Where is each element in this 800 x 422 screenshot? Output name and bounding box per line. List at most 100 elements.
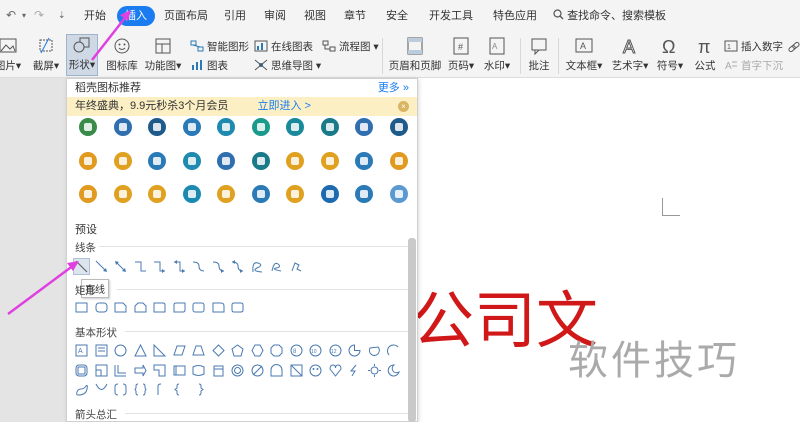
search-command[interactable]: 查找命令、搜索模板 [553,6,666,26]
drop-cap-button[interactable]: A 首字下沉 [724,58,783,73]
shape-button[interactable]: 形状▾ [66,34,98,76]
basic-shape[interactable] [192,344,205,357]
page-number-button[interactable]: # 页码▾ [446,36,476,73]
basic-shape[interactable] [153,344,166,357]
basic-shape[interactable]: 10 [309,344,322,357]
basic-shape[interactable] [367,363,381,377]
customize-quickbar-icon[interactable]: ⇣ [58,10,66,21]
straight-line-shape[interactable] [75,260,88,273]
basic-shape[interactable] [173,383,186,396]
close-icon[interactable]: × [398,101,409,112]
more-link[interactable]: 更多 » [378,79,409,97]
flowchart-button[interactable]: 流程图 ▾ [322,39,379,54]
recommended-icon[interactable] [286,152,304,170]
tab-home[interactable]: 开始 [80,6,110,26]
basic-shape[interactable] [212,364,225,377]
formula-button[interactable]: π 公式 [692,36,718,73]
recommended-icon[interactable] [113,118,132,136]
basic-shape[interactable] [211,344,225,357]
tab-security[interactable]: 安全 [384,6,410,26]
basic-shape[interactable]: 12 [329,344,342,357]
basic-shape[interactable] [75,364,88,377]
recommended-icon[interactable] [148,185,166,203]
basic-shape[interactable] [133,383,147,396]
function-chart-button[interactable]: 功能图▾ [144,36,182,73]
line-shape[interactable] [192,260,205,273]
rect-shape[interactable] [134,301,147,314]
redo-icon[interactable]: ↷ [34,8,44,22]
tab-references[interactable]: 引用 [222,6,248,26]
recommended-icon[interactable] [148,118,166,136]
recommended-icon[interactable] [182,185,201,203]
recommended-icon[interactable] [286,185,304,203]
basic-shape[interactable] [114,344,127,357]
basic-shape[interactable] [368,344,381,357]
promo-enter-link[interactable]: 立即进入 > [257,100,310,112]
basic-shape[interactable] [387,344,400,357]
recommended-icon[interactable] [389,118,408,136]
icon-library-button[interactable]: 图标库 [104,36,140,73]
basic-shape[interactable] [231,364,244,377]
symbol-button[interactable]: Ω 符号▾ [656,36,684,73]
recommended-icon[interactable] [251,152,270,170]
insert-number-button[interactable]: 1 插入数字 [724,39,783,54]
recommended-icon[interactable] [182,152,201,170]
rect-shape[interactable] [153,301,166,314]
panel-scrollbar[interactable] [408,238,416,422]
tab-developer[interactable]: 开发工具 [427,6,475,26]
basic-shape[interactable]: A [75,344,88,357]
line-shape[interactable] [153,260,166,273]
smart-shape-button[interactable]: 智能图形 [190,39,249,54]
basic-shape[interactable] [290,364,303,377]
basic-shape[interactable] [270,363,283,377]
online-chart-button[interactable]: 在线图表 [254,39,313,54]
recommended-icon[interactable] [79,118,97,136]
basic-shape[interactable] [387,363,400,377]
line-shape[interactable] [212,260,225,273]
basic-shape[interactable] [95,344,108,357]
basic-shape[interactable] [192,383,205,396]
undo-dropdown-icon[interactable]: ▾ [22,11,26,20]
recommended-icon[interactable] [355,185,373,203]
basic-shape[interactable] [348,344,361,357]
recommended-icon[interactable] [217,185,235,203]
line-shape[interactable] [95,260,108,273]
promo-banner[interactable]: 年终盛典，9.9元秒杀3个月会员 立即进入 > × [67,97,417,116]
basic-shape[interactable] [173,364,186,377]
basic-shape[interactable] [231,344,244,357]
recommended-icon[interactable] [113,185,132,203]
recommended-icon[interactable] [251,118,270,136]
basic-shape[interactable] [75,383,88,396]
basic-shape[interactable] [172,344,186,357]
recommended-icon[interactable] [389,185,408,203]
header-footer-button[interactable]: 页眉和页脚 [388,36,442,73]
basic-shape[interactable] [153,364,166,377]
basic-shape[interactable]: 8 [290,344,303,357]
basic-shape[interactable] [95,383,108,396]
link-button[interactable] [786,40,800,57]
basic-shape[interactable] [270,344,283,357]
line-shape[interactable] [114,260,127,273]
line-shape[interactable] [290,260,303,273]
recommended-icon[interactable] [320,152,339,170]
rect-shape[interactable] [95,301,108,314]
line-shape[interactable] [270,260,283,273]
recommended-icon[interactable] [320,118,339,136]
textbox-button[interactable]: A 文本框▾ [564,36,604,73]
basic-shape[interactable] [114,383,127,396]
watermark-button[interactable]: A 水印▾ [482,36,512,73]
basic-shape[interactable] [348,364,361,377]
screenshot-button[interactable]: 截屏▾ [32,36,60,73]
recommended-icon[interactable] [217,118,235,136]
basic-shape[interactable] [192,364,205,377]
recommended-icon[interactable] [148,152,166,170]
line-shape[interactable] [173,260,186,273]
rect-shape[interactable] [192,301,205,314]
rect-shape[interactable] [173,301,186,314]
document-page[interactable]: 公司文 软件技巧 [412,78,800,422]
basic-shape[interactable] [95,364,108,377]
basic-shape[interactable] [251,364,264,377]
basic-shape[interactable] [133,344,147,357]
recommended-icon[interactable] [320,185,339,203]
line-shape[interactable] [134,260,147,273]
